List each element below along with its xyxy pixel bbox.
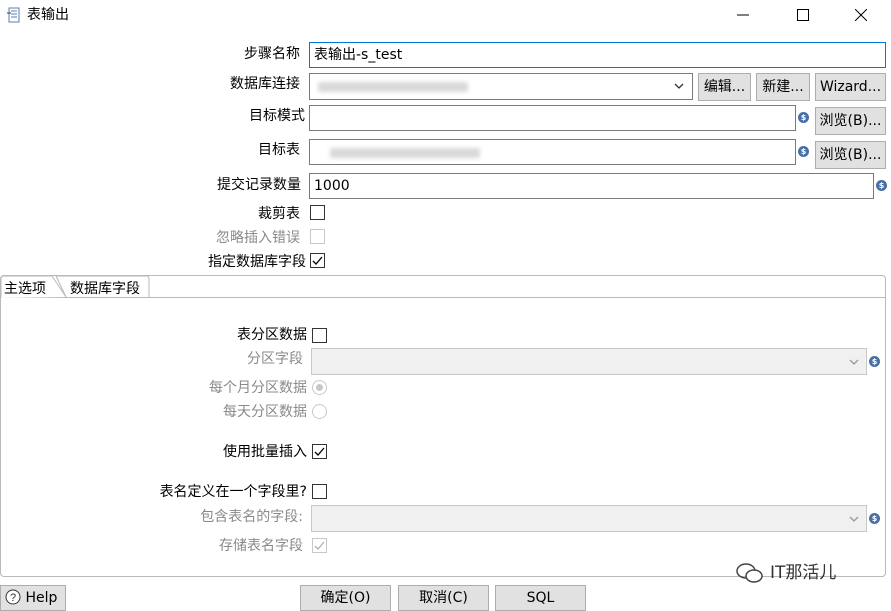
table-name-field-select[interactable] (311, 505, 867, 532)
db-connection-label: 数据库连接 (230, 76, 300, 92)
batch-insert-label: 使用批量插入 (223, 444, 307, 460)
checkmark-icon (312, 256, 323, 265)
target-schema-label: 目标模式 (249, 108, 305, 124)
daily-partition-label: 每天分区数据 (223, 404, 307, 420)
minimize-icon (737, 14, 749, 16)
help-label: Help (25, 590, 58, 606)
edit-connection-button[interactable]: 编辑... (698, 73, 751, 101)
wizard-button[interactable]: Wizard... (815, 73, 886, 101)
variable-icon: $ (798, 146, 809, 157)
ignore-errors-checkbox[interactable] (310, 229, 325, 244)
monthly-partition-label: 每个月分区数据 (209, 380, 307, 396)
minimize-button[interactable] (720, 0, 766, 30)
help-button[interactable]: ? Help (0, 585, 66, 611)
ok-button[interactable]: 确定(O) (300, 585, 391, 611)
truncate-table-label: 裁剪表 (258, 206, 300, 222)
commit-size-label: 提交记录数量 (217, 177, 301, 193)
help-icon: ? (5, 589, 21, 605)
title-bar: 表输出 (0, 0, 891, 32)
chevron-down-icon (849, 359, 859, 365)
browse-schema-button[interactable]: 浏览(B)... (815, 107, 886, 135)
target-schema-input[interactable] (309, 105, 796, 131)
table-name-field-label: 包含表名的字段: (200, 509, 303, 525)
watermark-text: IT那活儿 (770, 563, 837, 583)
partition-data-checkbox[interactable] (312, 328, 327, 343)
variable-icon: $ (869, 356, 880, 367)
partition-data-label: 表分区数据 (237, 327, 307, 343)
store-table-name-label: 存储表名字段 (219, 538, 303, 554)
table-name-in-field-label: 表名定义在一个字段里? (159, 484, 307, 500)
chevron-down-icon (674, 83, 684, 89)
step-name-input[interactable]: 表输出-s_test (309, 42, 886, 68)
wechat-icon (736, 563, 763, 583)
checkmark-icon (314, 447, 325, 456)
batch-insert-checkbox[interactable] (312, 444, 327, 459)
partition-field-label: 分区字段 (247, 351, 303, 367)
cancel-button[interactable]: 取消(C) (398, 585, 489, 611)
db-connection-select[interactable] (309, 73, 693, 100)
monthly-partition-radio[interactable] (312, 380, 327, 395)
chevron-down-icon (849, 516, 859, 522)
specify-fields-label: 指定数据库字段 (208, 254, 306, 270)
maximize-button[interactable] (780, 0, 826, 30)
commit-size-input[interactable]: 1000 (309, 173, 874, 199)
specify-fields-checkbox[interactable] (310, 253, 325, 268)
variable-icon: $ (869, 513, 880, 524)
maximize-icon (797, 9, 809, 21)
browse-table-button[interactable]: 浏览(B)... (815, 141, 886, 169)
variable-icon: $ (798, 112, 809, 123)
redacted-connection (318, 82, 468, 92)
table-output-icon (7, 7, 20, 23)
redacted-table-name (330, 148, 480, 158)
radio-dot (316, 384, 323, 391)
checkmark-icon (314, 541, 325, 550)
store-table-name-checkbox[interactable] (312, 538, 327, 553)
table-name-in-field-checkbox[interactable] (312, 484, 327, 499)
truncate-table-checkbox[interactable] (310, 205, 325, 220)
partition-field-select[interactable] (311, 348, 867, 375)
sql-button[interactable]: SQL (495, 585, 586, 611)
svg-text:?: ? (10, 592, 16, 604)
variable-icon: $ (876, 180, 887, 191)
new-connection-button[interactable]: 新建... (756, 73, 810, 101)
step-name-label: 步骤名称 (244, 46, 300, 62)
target-table-label: 目标表 (258, 142, 300, 158)
ignore-errors-label: 忽略插入错误 (216, 230, 300, 246)
window-title: 表输出 (27, 7, 69, 23)
tab-main-options[interactable]: 主选项 (4, 279, 46, 299)
tab-db-fields[interactable]: 数据库字段 (70, 279, 140, 299)
daily-partition-radio[interactable] (312, 404, 327, 419)
target-table-input[interactable] (309, 139, 796, 165)
close-icon (855, 9, 867, 21)
close-button[interactable] (838, 0, 884, 30)
